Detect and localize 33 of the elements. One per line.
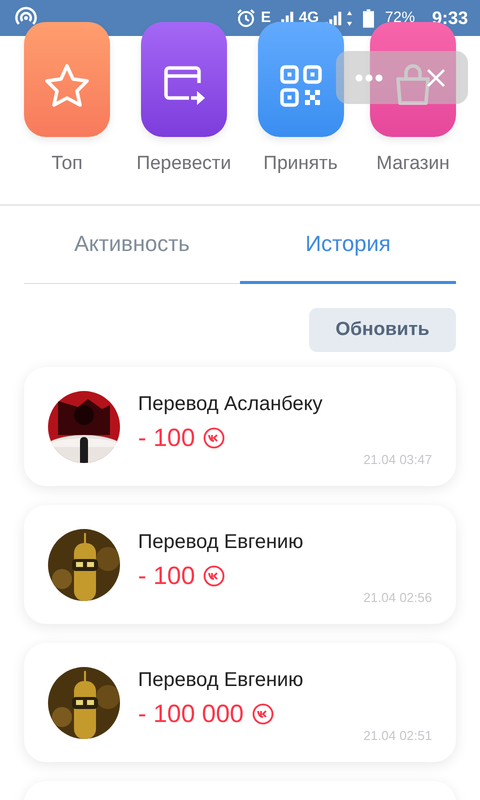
transaction-title: Перевод Евгению — [138, 530, 304, 554]
more-icon[interactable] — [355, 74, 383, 82]
transaction-title: Перевод Асланбеку — [138, 392, 323, 416]
network-type: E — [260, 8, 271, 28]
data-arrows-icon — [346, 10, 352, 26]
alarm-icon — [236, 8, 256, 28]
coin-icon — [252, 703, 274, 725]
transaction-title: Перевод Евгению — [138, 668, 304, 692]
transaction-time: 21.04 02:51 — [363, 728, 432, 743]
close-icon[interactable] — [426, 68, 446, 88]
action-tile[interactable] — [258, 22, 344, 137]
coin-icon — [202, 565, 225, 587]
action-tile[interactable] — [24, 22, 110, 137]
transaction-amount: - 100 — [138, 562, 195, 590]
clock: 9:33 — [432, 8, 468, 28]
battery-icon — [362, 8, 374, 28]
transaction-card[interactable]: Перевод Асланбеку - 100 21.04 03:47 — [24, 367, 456, 486]
transaction-card[interactable]: Перевод Евгению - 100 21.04 02:56 — [24, 505, 456, 624]
transaction-time: 21.04 02:56 — [363, 590, 432, 605]
action-label: Топ — [52, 153, 82, 175]
transaction-card[interactable]: Перевод Евгению - 100 000 21.04 02:51 — [24, 643, 456, 762]
tab[interactable]: История — [240, 206, 456, 284]
transaction-time: 21.04 03:47 — [363, 452, 432, 467]
transaction-amount: - 100 — [138, 424, 195, 452]
network-type: 4G — [298, 8, 319, 28]
action-label: Принять — [263, 153, 338, 175]
battery-level: 72% — [384, 8, 416, 28]
transaction-amount: - 100 000 — [138, 700, 244, 728]
action-label: Магазин — [376, 153, 450, 175]
action-label: Перевести — [136, 153, 232, 175]
refresh-button[interactable]: Обновить — [309, 308, 456, 352]
coin-icon — [202, 427, 225, 449]
action-tile[interactable] — [140, 22, 227, 137]
